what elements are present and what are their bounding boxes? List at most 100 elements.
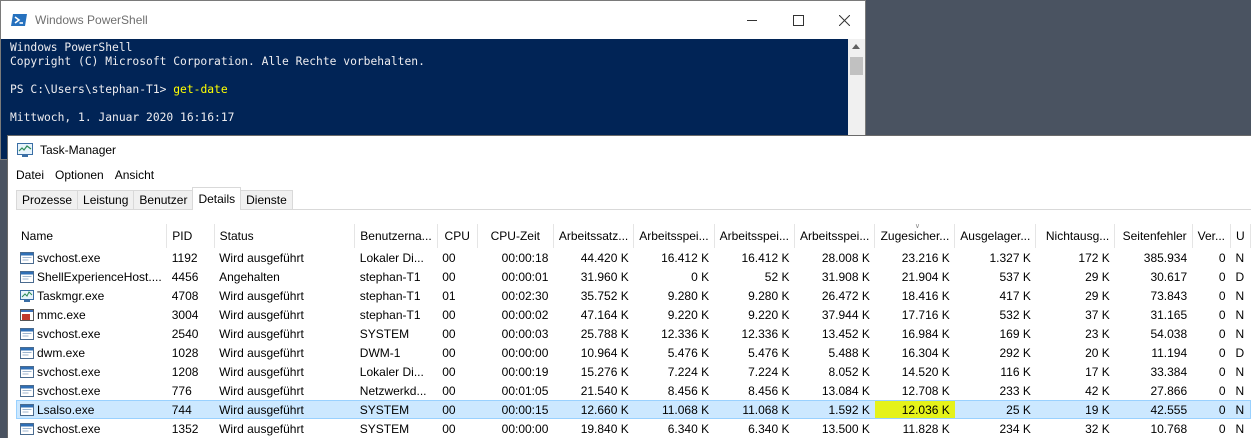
table-cell: 13.084 K [821,383,870,398]
powershell-titlebar[interactable]: Windows PowerShell [1,1,865,39]
table-cell: 9.280 K [748,288,790,303]
table-body: svchost.exe 1192 Wird ausgeführt Lokaler Di… [16,248,1251,438]
table-cell: 18.416 K [901,288,950,303]
table-row[interactable]: svchost.exe 1352 Wird ausgeführt SYSTEM 00 00… [16,419,1251,438]
column-header[interactable]: Arbeitsspei... [794,224,876,248]
powershell-icon [11,14,27,26]
process-name-cell: svchost.exe [16,419,167,438]
table-cell: 00 [442,383,456,398]
table-cell: 1352 [171,421,199,436]
scrollbar-thumb[interactable] [850,57,863,75]
process-name-cell: Taskmgr.exe [16,286,167,305]
table-row[interactable]: ShellExperienceHost.... 4456 Angehalten ste… [16,267,1251,286]
table-cell: stephan-T1 [359,307,421,322]
console-line: Mittwoch, 1. Januar 2020 16:16:17 [10,111,235,124]
column-header[interactable]: Nichtausg... [1035,224,1116,248]
table-row[interactable]: Taskmgr.exe 4708 Wird ausgeführt stephan-T1… [16,286,1251,305]
table-row[interactable]: svchost.exe 1192 Wird ausgeführt Lokaler Di… [16,248,1251,267]
table-row[interactable]: dwm.exe 1028 Wird ausgeführt DWM-1 00 00:00:0… [16,343,1251,362]
details-grid[interactable]: Name PID Status Benutzerna... CPU CPU-Zeit Arb… [16,224,1251,438]
process-name: mmc.exe [37,307,86,322]
column-header[interactable]: ∨ Zugesicher... [874,224,956,248]
column-header[interactable]: Arbeitsspei... [633,224,715,248]
table-cell: 73.843 [1150,288,1188,303]
table-cell: 12.336 K [741,326,790,341]
process-name-cell: svchost.exe [16,362,167,381]
table-cell: 0 [1218,269,1226,284]
process-name: svchost.exe [37,364,101,379]
tab-details[interactable]: Details [192,187,242,210]
table-cell: 42.555 [1114,400,1193,419]
table-cell: 0 K [691,269,710,284]
scroll-up-icon[interactable] [852,44,860,49]
table-cell: 233 K [999,383,1031,398]
table-cell: DWM-1 [359,345,401,360]
tab-dienste[interactable]: Dienste [240,190,293,209]
process-name-cell: ShellExperienceHost.... [16,267,167,286]
table-cell: 8.052 K [828,364,870,379]
minimize-icon [746,19,757,21]
table-cell: 31.165 [1150,307,1188,322]
menu-datei[interactable]: Datei [16,168,44,182]
tab-benutzer[interactable]: Benutzer [133,190,194,209]
table-cell: 5.488 K [828,345,870,360]
table-cell: 31.908 K [821,269,870,284]
table-cell: 12.036 K [874,400,955,419]
minimize-button[interactable] [729,1,775,39]
column-header[interactable]: Name [16,224,168,248]
service-icon [20,422,34,435]
table-cell: N [1235,326,1245,341]
maximize-button[interactable] [775,1,821,39]
column-header[interactable]: Arbeitssatz... [553,224,635,248]
close-icon [838,14,850,26]
table-cell: 12.660 K [553,400,634,419]
column-header[interactable]: Ausgelager... [954,224,1037,248]
column-header[interactable]: Ver... [1192,224,1232,248]
table-cell: 37.944 K [821,307,870,322]
taskmanager-titlebar[interactable]: Task-Manager [8,136,1251,164]
column-header[interactable]: Benutzerna... [354,224,438,248]
table-cell: 385.934 [1143,250,1188,265]
tab-prozesse[interactable]: Prozesse [16,190,79,209]
table-cell: 23 K [1085,326,1110,341]
table-row[interactable]: mmc.exe 3004 Wird ausgeführt stephan-T1 00 00… [16,305,1251,324]
table-cell: 532 K [999,307,1031,322]
table-cell: Wird ausgeführt [219,383,304,398]
column-header[interactable]: Seitenfehler [1114,224,1193,248]
table-cell: 47.164 K [580,307,629,322]
table-cell: Wird ausgeführt [219,421,304,436]
table-row[interactable]: Lsalso.exe 744 Wird ausgeführt SYSTEM 00 00:0… [16,400,1251,419]
table-cell: 00:00:15 [477,400,554,419]
close-button[interactable] [821,1,865,39]
sort-descending-icon: ∨ [914,224,920,230]
table-cell: 30.617 [1150,269,1188,284]
column-header[interactable]: PID [166,224,215,248]
tab-leistung[interactable]: Leistung [77,190,135,209]
service-icon [20,327,34,340]
menu-optionen[interactable]: Optionen [55,168,104,182]
process-name-cell: mmc.exe [16,305,167,324]
table-cell: 15.276 K [580,364,629,379]
column-header[interactable]: Status [214,224,356,248]
process-table[interactable]: Name PID Status Benutzerna... CPU CPU-Zeit Arb… [16,224,1251,438]
table-cell: 5.476 K [748,345,790,360]
column-header[interactable]: CPU-Zeit [477,224,554,248]
table-cell: SYSTEM [354,400,438,419]
column-header-label: Zugesicher... [880,229,950,243]
console-prompt-line: PS C:\Users\stephan-T1> get-date [10,83,849,97]
table-cell: 00 [442,421,456,436]
column-header[interactable]: U [1230,224,1251,248]
table-row[interactable]: svchost.exe 2540 Wird ausgeführt SYSTEM 00 00… [16,324,1251,343]
table-cell: 33.384 [1150,364,1188,379]
taskmanager-window[interactable]: Task-Manager Datei Optionen Ansicht Proz… [7,135,1251,438]
maximize-icon [792,14,804,26]
table-row[interactable]: svchost.exe 776 Wird ausgeführt Netzwerkd..… [16,381,1251,400]
table-cell: 8.456 K [667,383,710,398]
column-header[interactable]: CPU [437,224,478,248]
service-icon [20,365,34,378]
column-header[interactable]: Arbeitsspei... [714,224,795,248]
menu-ansicht[interactable]: Ansicht [115,168,154,182]
table-cell: 00 [442,364,456,379]
table-row[interactable]: svchost.exe 1208 Wird ausgeführt Lokaler Di… [16,362,1251,381]
